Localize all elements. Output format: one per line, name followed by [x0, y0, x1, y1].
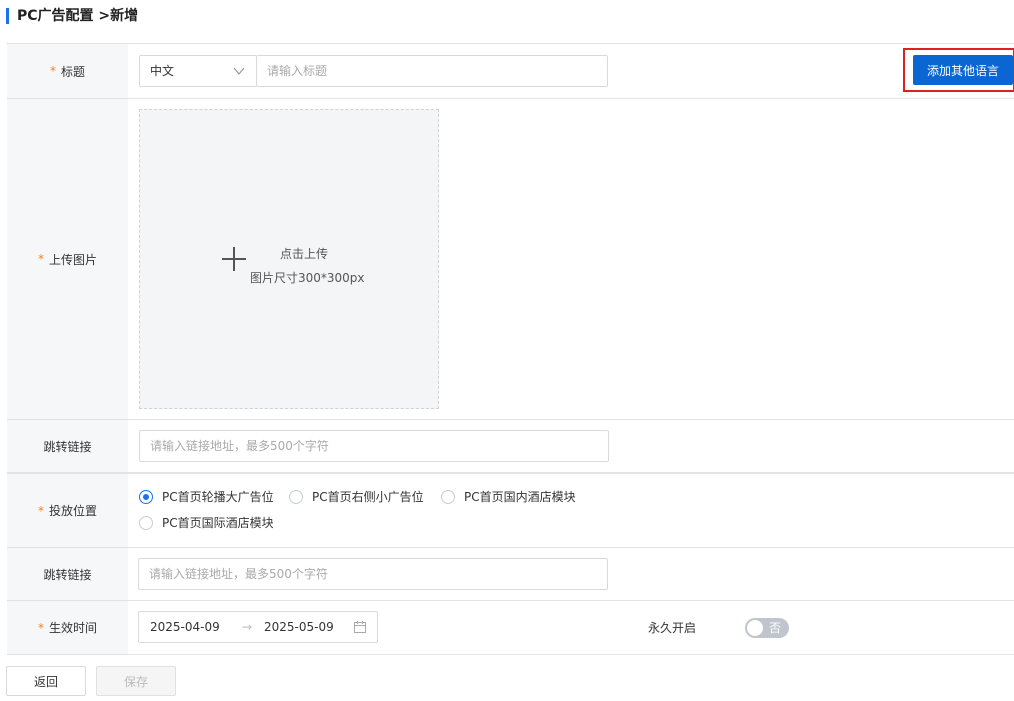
required-star: *	[37, 620, 44, 635]
switch-knob	[747, 620, 763, 636]
end-date[interactable]: 2025-05-09	[264, 612, 334, 642]
link-row-2: 跳转链接	[7, 548, 1014, 601]
required-star: *	[49, 64, 56, 78]
add-language-button[interactable]: 添加其他语言	[913, 55, 1013, 85]
image-upload-area[interactable]: 点击上传 图片尺寸300*300px	[139, 109, 439, 409]
date-range-picker[interactable]: 2025-04-09 → 2025-05-09	[138, 611, 378, 643]
link-row-1: 跳转链接	[7, 420, 1014, 474]
radio-dot	[441, 489, 455, 504]
required-star: *	[37, 252, 44, 266]
image-row: * 上传图片 点击上传 图片尺寸300*300px	[7, 99, 1014, 420]
image-label: * 上传图片	[7, 99, 128, 419]
title-accent-bar	[6, 8, 9, 24]
time-row: * 生效时间 2025-04-09 → 2025-05-09 永久开启 否	[7, 601, 1014, 655]
time-label: * 生效时间	[7, 601, 128, 654]
save-button[interactable]: 保存	[96, 666, 176, 696]
title-label: * 标题	[7, 44, 128, 98]
start-date[interactable]: 2025-04-09	[150, 612, 220, 642]
chevron-down-icon	[233, 67, 245, 75]
position-label: * 投放位置	[7, 474, 128, 547]
required-star: *	[37, 503, 44, 518]
radio-domestic-hotel[interactable]: PC首页国内酒店模块	[441, 488, 576, 505]
calendar-icon	[354, 621, 366, 633]
radio-carousel-ad[interactable]: PC首页轮播大广告位	[139, 488, 274, 505]
link-input-1[interactable]	[139, 430, 609, 462]
permanent-label: 永久开启	[648, 621, 697, 635]
switch-text: 否	[769, 621, 782, 635]
position-row: * 投放位置 PC首页轮播大广告位 PC首页右侧小广告位 PC首页国内酒店模块 …	[7, 474, 1014, 548]
language-select[interactable]: 中文	[139, 55, 257, 87]
upload-text: 点击上传	[280, 247, 329, 261]
title-row: * 标题 中文 添加其他语言	[7, 44, 1014, 99]
upload-size-hint: 图片尺寸300*300px	[250, 271, 365, 285]
permanent-switch[interactable]: 否	[745, 618, 789, 638]
radio-international-hotel[interactable]: PC首页国际酒店模块	[139, 514, 274, 531]
radio-dot	[139, 515, 153, 530]
ad-config-form: * 标题 中文 添加其他语言 * 上传图片 点击上传 图片尺寸300*300px	[6, 43, 1014, 655]
page-header: PC广告配置 >新增	[0, 0, 1014, 32]
radio-right-small-ad[interactable]: PC首页右侧小广告位	[289, 488, 424, 505]
title-input[interactable]	[256, 55, 608, 87]
link-input-2[interactable]	[138, 558, 608, 590]
link-label-2: 跳转链接	[7, 548, 128, 600]
radio-dot	[139, 489, 153, 504]
link-label-1: 跳转链接	[7, 420, 128, 472]
radio-dot	[289, 489, 303, 504]
plus-icon	[222, 247, 246, 271]
date-separator: →	[242, 620, 253, 634]
page-title: PC广告配置 >新增	[17, 8, 139, 24]
back-button[interactable]: 返回	[6, 666, 86, 696]
